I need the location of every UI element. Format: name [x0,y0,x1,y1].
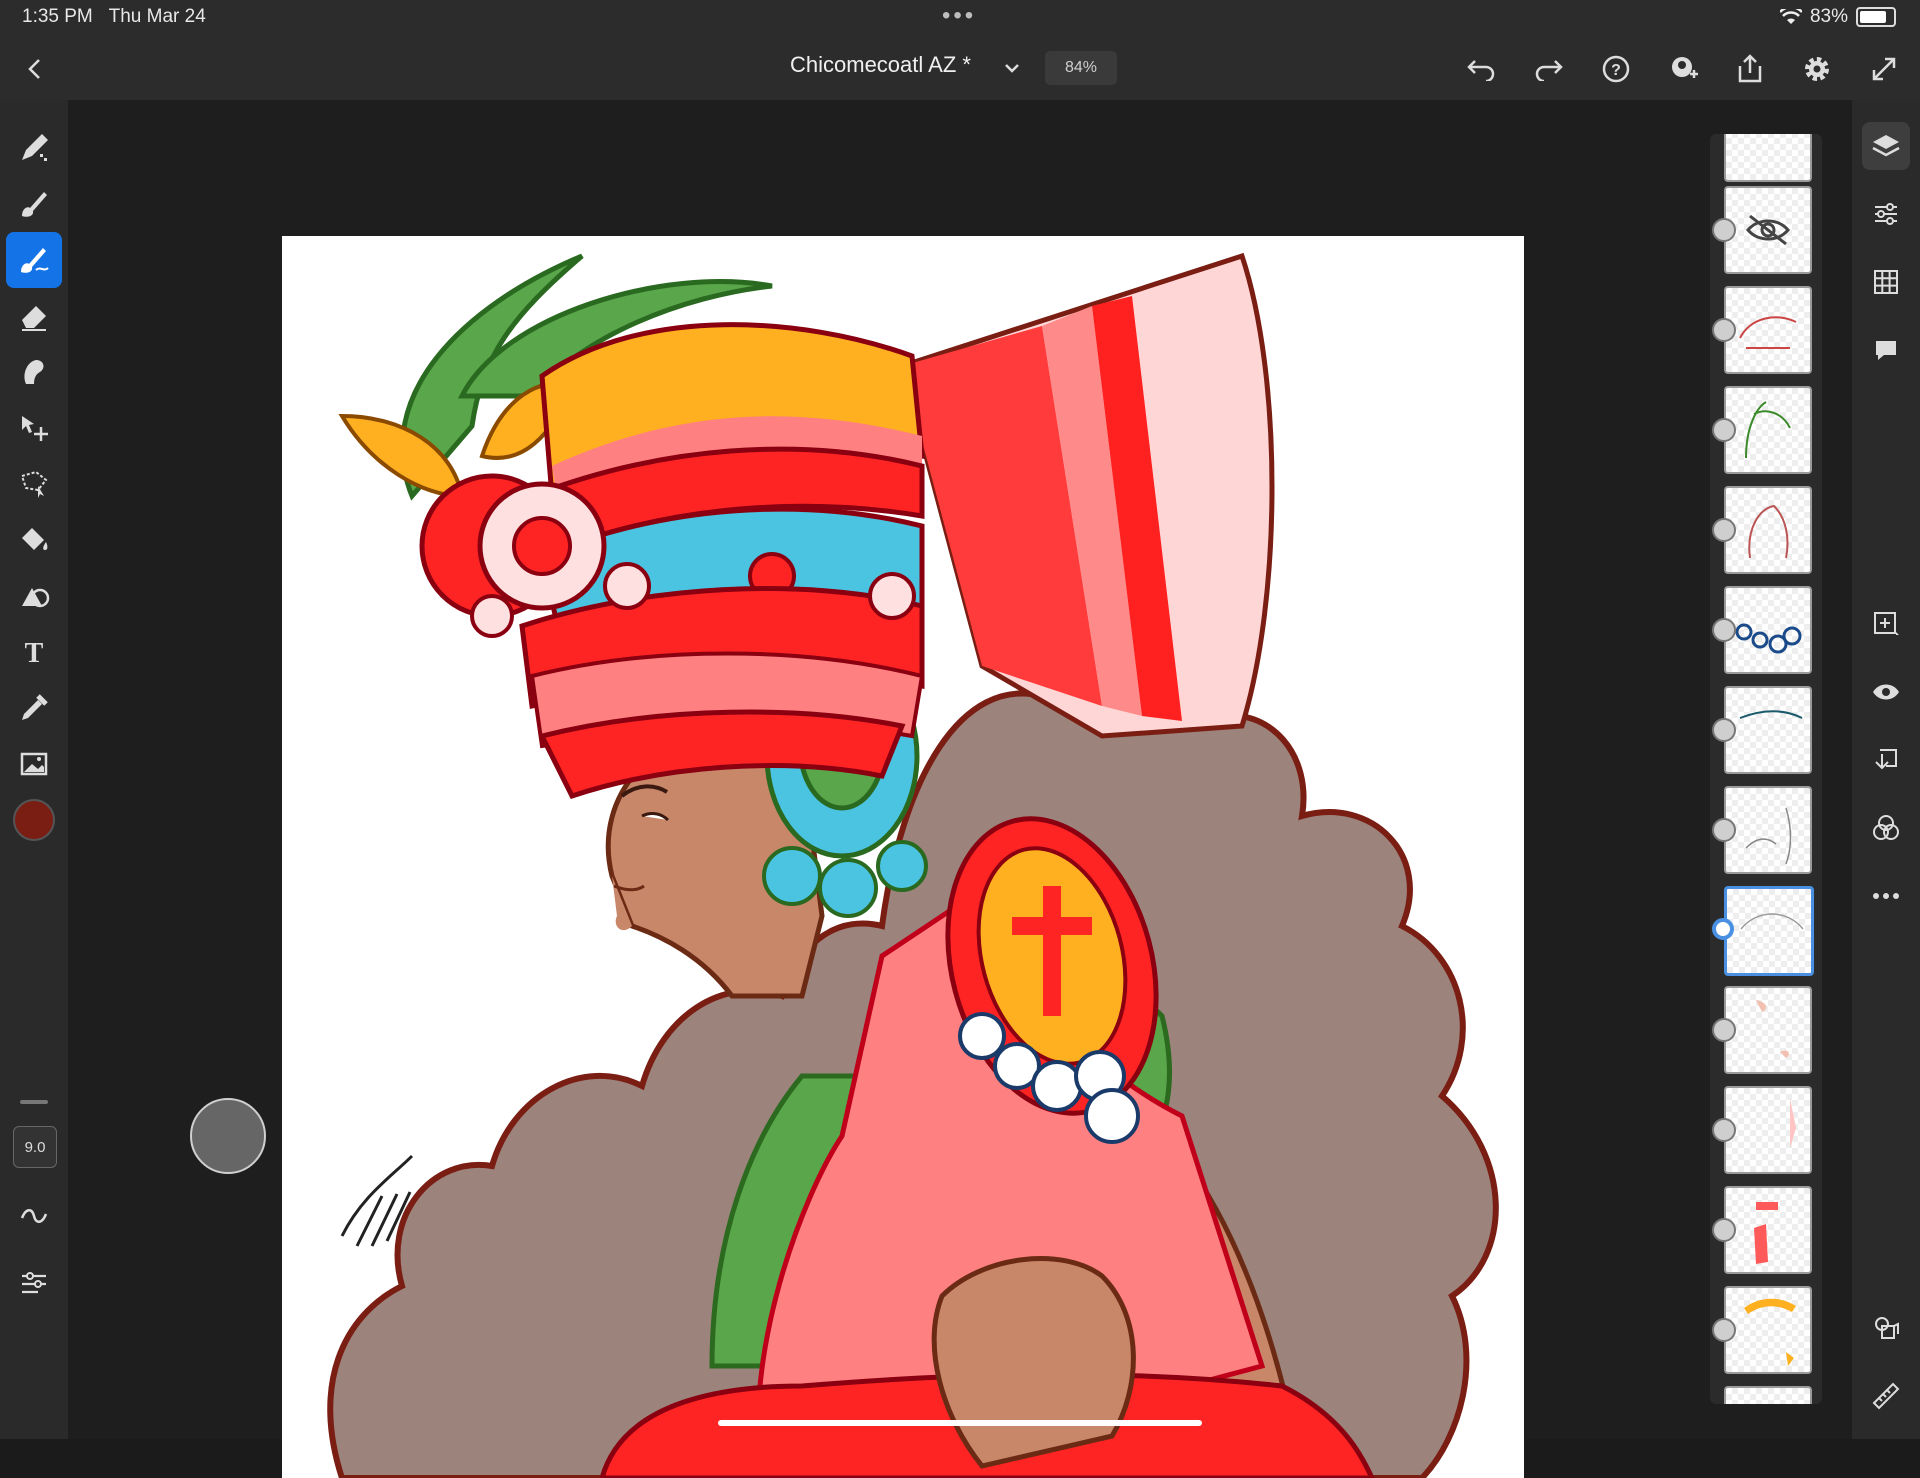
layer-thumbnail[interactable] [1724,1086,1812,1174]
battery-percent: 83% [1809,6,1848,27]
layer-select-radio[interactable] [1712,418,1736,442]
eyedropper-icon[interactable] [6,680,62,736]
left-toolbar: T 9.0 [0,100,68,1439]
wifi-icon [1779,9,1802,24]
chevron-down-icon[interactable] [1000,56,1024,80]
home-indicator[interactable] [718,1420,1202,1426]
liquify-icon[interactable] [6,568,62,624]
layer-select-radio[interactable] [1712,718,1736,742]
canvas-area[interactable] [68,100,1852,1478]
pixel-brush-icon[interactable] [6,176,62,232]
grid-icon[interactable] [1862,258,1910,306]
svg-text:T: T [25,638,44,669]
layer-select-radio-selected[interactable] [1712,918,1734,940]
fullscreen-icon[interactable] [1865,50,1903,88]
layer-select-radio[interactable] [1712,618,1736,642]
add-layer-icon[interactable] [1862,600,1910,648]
layers-panel [1710,134,1822,1404]
document-title[interactable]: Chicomecoatl AZ * [790,52,971,78]
ruler-icon[interactable] [1862,1372,1910,1420]
comment-icon[interactable] [1862,326,1910,374]
layer-select-radio[interactable] [1712,1218,1736,1242]
live-brush-icon[interactable] [6,232,62,288]
layer-select-radio[interactable] [1712,1018,1736,1042]
layer-thumbnail[interactable] [1724,686,1812,774]
zoom-level[interactable]: 84% [1045,51,1117,85]
layer-thumbnail[interactable] [1724,786,1812,874]
battery-icon [1856,7,1896,27]
artwork-illustration [327,252,1499,1478]
layer-properties-icon[interactable] [1862,190,1910,238]
right-toolbar [1852,100,1920,1439]
artwork-canvas[interactable] [282,236,1524,1478]
layer-thumbnail[interactable] [1724,386,1812,474]
multitask-dots-icon[interactable]: ••• [942,2,976,30]
brush-size-field[interactable]: 9.0 [13,1126,57,1168]
back-icon[interactable] [20,52,50,86]
status-bar: 1:35 PM Thu Mar 24 ••• 83% [0,0,1920,34]
brush-settings-icon[interactable] [6,1256,62,1312]
merge-down-icon[interactable] [1862,736,1910,784]
status-right: 83% [1779,6,1896,28]
layer-select-radio[interactable] [1712,518,1736,542]
layer-thumbnail[interactable] [1724,134,1812,182]
settings-gear-icon[interactable] [1798,50,1836,88]
invite-icon[interactable] [1664,50,1702,88]
layer-thumbnail[interactable] [1724,486,1812,574]
help-icon[interactable]: ? [1597,50,1635,88]
svg-text:?: ? [1611,62,1621,79]
more-icon[interactable] [1862,872,1910,920]
size-slider-handle[interactable] [20,1100,48,1104]
transform-icon[interactable] [6,400,62,456]
layer-select-radio[interactable] [1712,1318,1736,1342]
undo-icon[interactable] [1462,50,1500,88]
lasso-select-icon[interactable] [6,456,62,512]
fill-icon[interactable] [6,512,62,568]
color-swatch[interactable] [6,792,62,848]
layer-thumbnail[interactable] [1724,586,1812,674]
share-icon[interactable] [1731,50,1769,88]
layer-thumbnail[interactable] [1724,986,1812,1074]
layers-icon[interactable] [1862,122,1910,170]
reference-icon[interactable] [1862,1304,1910,1352]
smudge-icon[interactable] [6,344,62,400]
layer-select-radio[interactable] [1712,1118,1736,1142]
eraser-icon[interactable] [6,288,62,344]
text-icon[interactable]: T [6,624,62,680]
redo-icon[interactable] [1530,50,1568,88]
layer-select-radio[interactable] [1712,218,1736,242]
blend-mode-icon[interactable] [1862,804,1910,852]
layer-thumbnail[interactable] [1724,186,1812,274]
layer-thumbnail-selected[interactable] [1724,886,1814,976]
layer-select-radio[interactable] [1712,318,1736,342]
brush-smoothing-icon[interactable] [6,1188,62,1244]
layer-thumbnail[interactable] [1724,1386,1812,1404]
image-icon[interactable] [6,736,62,792]
layer-select-radio[interactable] [1712,818,1736,842]
brush-cursor-preview [190,1098,266,1174]
layer-thumbnail[interactable] [1724,1186,1812,1274]
layer-thumbnail[interactable] [1724,286,1812,374]
layer-thumbnail[interactable] [1724,1286,1812,1374]
visibility-icon[interactable] [1862,668,1910,716]
paint-brush-icon[interactable] [6,120,62,176]
status-time: 1:35 PM Thu Mar 24 [22,6,206,27]
